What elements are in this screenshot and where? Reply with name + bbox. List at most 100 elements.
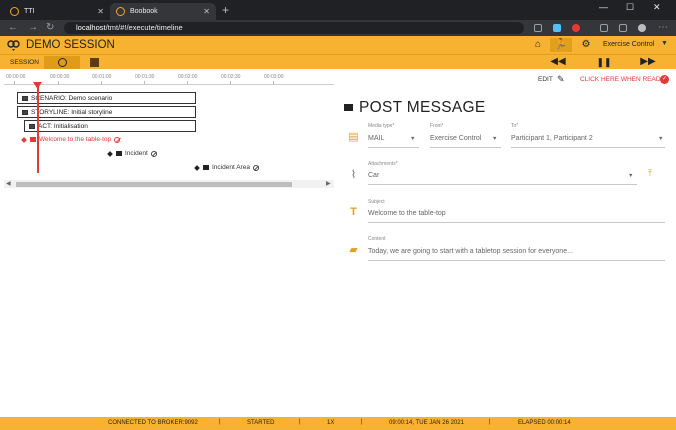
- gear-icon[interactable]: ⚙: [578, 38, 594, 52]
- close-window-icon[interactable]: ✕: [653, 2, 661, 13]
- timeline-cursor[interactable]: [37, 85, 39, 173]
- mail-icon: [344, 104, 353, 111]
- to-select[interactable]: Participant 1, Participant 2: [511, 135, 593, 142]
- act-icon: [29, 123, 35, 129]
- app-title: DEMO SESSION: [26, 39, 115, 51]
- content-input[interactable]: Today, we are going to start with a tabl…: [368, 248, 573, 255]
- from-label: From*: [430, 123, 444, 129]
- broker-status: CONNECTED TO BROKER:9092: [108, 420, 198, 426]
- check-circle-icon[interactable]: ✓: [660, 75, 669, 84]
- blocked-icon: [252, 164, 259, 171]
- event-label: Welcome to the table-top: [39, 136, 112, 143]
- pause-icon[interactable]: ❚❚: [596, 55, 612, 69]
- chevron-down-icon[interactable]: ▼: [492, 136, 497, 142]
- event-label: Incident Area: [212, 164, 250, 171]
- event-marker-icon: [194, 164, 200, 171]
- close-tab-icon[interactable]: ✕: [203, 7, 210, 16]
- tti-favicon-icon: [10, 7, 19, 16]
- browser-tab-bar: TTI ✕ Boobook ✕ + — ☐ ✕: [0, 0, 676, 20]
- tick-label: 00:02:30: [221, 74, 241, 80]
- scrollbar-thumb[interactable]: [16, 181, 292, 187]
- scenario-label: SCENARIO: Demo scenario: [31, 94, 113, 102]
- tick-label: 00:00:30: [50, 74, 70, 80]
- event-marker-icon: [107, 150, 113, 157]
- close-tab-icon[interactable]: ✕: [97, 7, 104, 16]
- scroll-right-icon[interactable]: ▶: [326, 180, 331, 187]
- media-type-select[interactable]: MAIL: [368, 135, 384, 142]
- browser-tab-boobook[interactable]: Boobook ✕: [110, 3, 216, 20]
- event-marker-icon: [21, 136, 27, 143]
- tab-session[interactable]: SESSION: [10, 59, 39, 66]
- blocked-icon: [150, 150, 157, 157]
- role-select[interactable]: Exercise Control: [603, 41, 654, 48]
- storyline-icon: [22, 109, 28, 115]
- favorites-icon[interactable]: [600, 24, 608, 32]
- home-icon[interactable]: ⌂: [530, 38, 546, 52]
- content-label: Content: [368, 236, 386, 242]
- subject-input[interactable]: Welcome to the table-top: [368, 210, 446, 217]
- comment-icon: ▰: [349, 244, 358, 256]
- rewind-icon[interactable]: ◀◀: [550, 55, 566, 69]
- scenario-row[interactable]: SCENARIO: Demo scenario: [17, 92, 196, 104]
- storyline-row[interactable]: STORYLINE: Initial storyline: [17, 106, 196, 118]
- text-icon: T: [350, 206, 357, 218]
- fast-forward-icon[interactable]: ▶▶: [640, 55, 656, 69]
- event-incident-area[interactable]: Incident Area: [194, 164, 259, 171]
- timeline-ruler: 00:00:00 00:00:30 00:01:00 00:01:30 00:0…: [4, 71, 334, 85]
- status-bar: CONNECTED TO BROKER:9092 | STARTED | 1X …: [0, 417, 676, 430]
- ready-button[interactable]: CLICK HERE WHEN READY: [580, 76, 665, 83]
- back-icon[interactable]: ←: [8, 22, 18, 33]
- paperclip-icon: ⌇: [350, 169, 357, 181]
- tick-label: 00:02:00: [178, 74, 198, 80]
- elapsed-time: ELAPSED 00:00:14: [518, 420, 571, 426]
- run-mode-icon[interactable]: 🏃: [550, 38, 572, 52]
- chevron-down-icon[interactable]: ▼: [658, 136, 663, 142]
- from-select[interactable]: Exercise Control: [430, 135, 481, 142]
- pencil-icon[interactable]: ✎: [557, 74, 565, 85]
- tab-label: TTI: [24, 8, 35, 15]
- maximize-icon[interactable]: ☐: [626, 2, 634, 13]
- mail-icon: [116, 151, 122, 156]
- extension-record-icon[interactable]: [572, 24, 580, 32]
- new-tab-icon[interactable]: +: [222, 3, 229, 17]
- act-row[interactable]: ACT: Initialisation: [24, 120, 196, 132]
- storyline-label: STORYLINE: Initial storyline: [31, 108, 113, 116]
- reload-icon[interactable]: ↻: [46, 22, 54, 33]
- clock-icon[interactable]: [58, 58, 67, 67]
- event-incident[interactable]: Incident: [107, 150, 157, 157]
- upload-icon[interactable]: ⤒: [648, 168, 652, 179]
- mail-icon: [30, 137, 36, 142]
- edit-button[interactable]: EDIT: [538, 76, 553, 83]
- session-state: STARTED: [247, 420, 275, 426]
- extension-icon[interactable]: [553, 24, 561, 32]
- tracking-icon[interactable]: [534, 24, 542, 32]
- profile-avatar-icon[interactable]: [638, 24, 646, 32]
- browser-tab-tti[interactable]: TTI ✕: [4, 3, 110, 20]
- scroll-left-icon[interactable]: ◀: [6, 180, 11, 187]
- more-menu-icon[interactable]: ⋯: [658, 22, 668, 33]
- browser-address-bar: ← → ↻ localhost/tmt/#!/execute/timeline …: [0, 20, 676, 36]
- minimize-icon[interactable]: —: [599, 2, 608, 12]
- event-label: Incident: [125, 150, 148, 157]
- act-label: ACT: Initialisation: [38, 122, 88, 130]
- map-icon: [203, 165, 209, 170]
- collections-icon[interactable]: [619, 24, 627, 32]
- chevron-down-icon[interactable]: ▼: [661, 40, 668, 47]
- attachments-select[interactable]: Car: [368, 172, 379, 179]
- speed-status: 1X: [327, 420, 335, 426]
- chevron-down-icon[interactable]: ▼: [410, 136, 415, 142]
- tab-label: Boobook: [130, 8, 158, 15]
- tick-label: 00:01:00: [92, 74, 112, 80]
- stop-icon[interactable]: [90, 58, 99, 67]
- sim-time: 09:00:14, TUE JAN 26 2021: [389, 420, 464, 426]
- subject-label: Subject: [368, 199, 385, 205]
- forward-icon[interactable]: →: [28, 22, 38, 33]
- tick-label: 00:01:30: [135, 74, 155, 80]
- url-field[interactable]: localhost/tmt/#!/execute/timeline: [64, 22, 524, 34]
- owl-logo-icon: [7, 40, 20, 51]
- url-host: localhost: [76, 23, 106, 32]
- blocked-icon: [114, 136, 121, 143]
- timeline-scrollbar[interactable]: ◀ ▶: [4, 180, 334, 188]
- to-label: To*: [511, 123, 519, 129]
- chevron-down-icon[interactable]: ▼: [628, 173, 633, 179]
